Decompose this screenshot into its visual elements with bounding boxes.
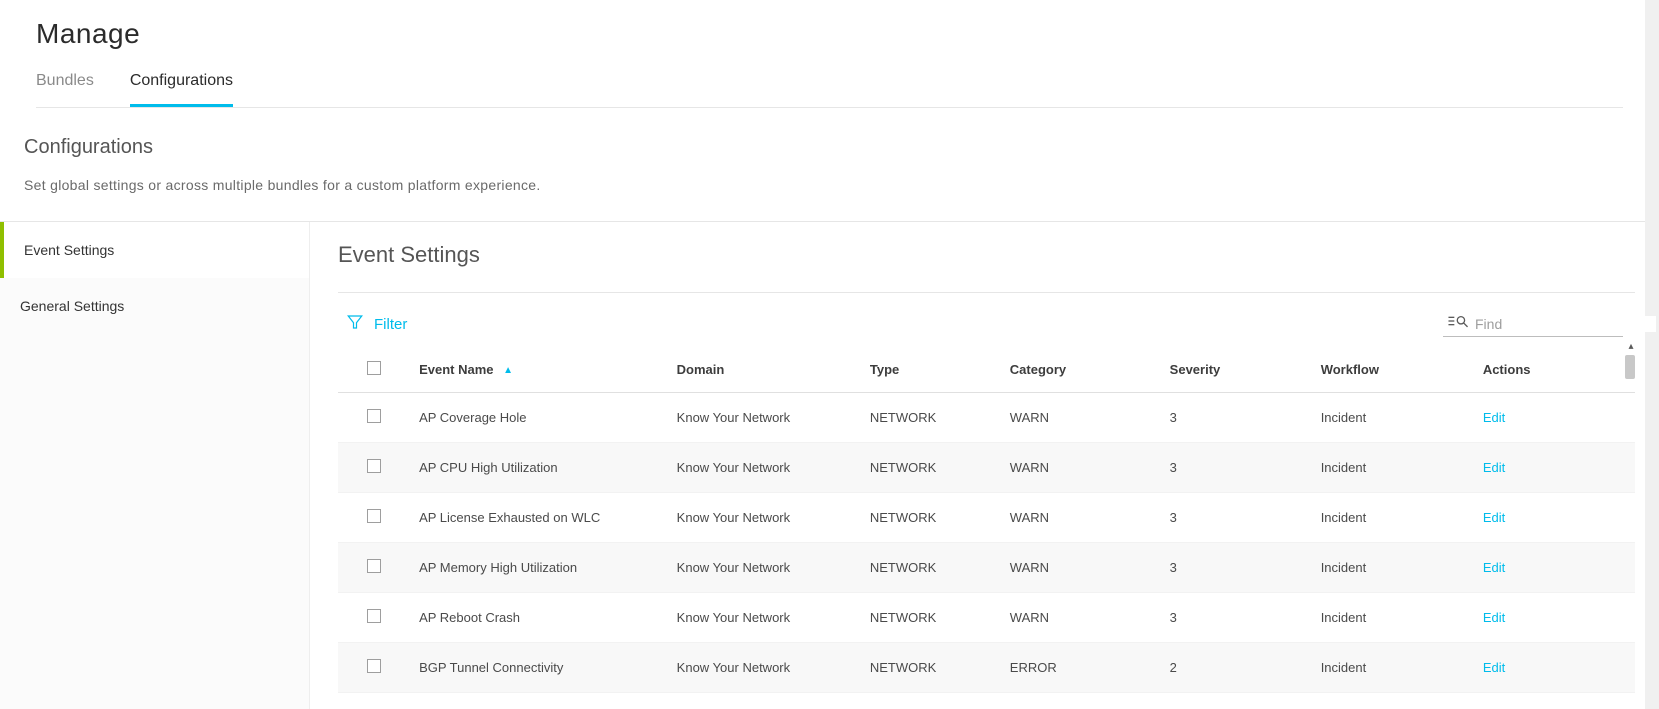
find-container[interactable] <box>1443 311 1623 337</box>
cell-domain: Know Your Network <box>667 493 860 543</box>
cell-severity: 2 <box>1160 643 1311 693</box>
list-search-icon <box>1447 313 1469 334</box>
header-severity[interactable]: Severity <box>1160 347 1311 393</box>
cell-severity: 3 <box>1160 493 1311 543</box>
cell-type: NETWORK <box>860 443 1000 493</box>
main-tabs: Bundles Configurations <box>36 72 1623 108</box>
select-all-checkbox[interactable] <box>367 361 381 375</box>
cell-severity: 3 <box>1160 393 1311 443</box>
table-row: AP CPU High UtilizationKnow Your Network… <box>338 443 1635 493</box>
cell-domain: Know Your Network <box>667 643 860 693</box>
scroll-thumb[interactable] <box>1625 355 1635 379</box>
cell-workflow: Incident <box>1311 443 1473 493</box>
cell-type: NETWORK <box>860 393 1000 443</box>
cell-category: WARN <box>1000 593 1160 643</box>
cell-severity: 3 <box>1160 443 1311 493</box>
cell-category: WARN <box>1000 493 1160 543</box>
event-settings-table: Event Name ▲ Domain Type Category Severi… <box>338 347 1635 693</box>
find-input[interactable] <box>1475 316 1656 332</box>
header-category[interactable]: Category <box>1000 347 1160 393</box>
header-event-name[interactable]: Event Name ▲ <box>409 347 667 393</box>
table-row: AP Reboot CrashKnow Your NetworkNETWORKW… <box>338 593 1635 643</box>
row-checkbox[interactable] <box>367 659 381 673</box>
cell-domain: Know Your Network <box>667 593 860 643</box>
sidebar: Event Settings General Settings <box>0 222 310 709</box>
sort-asc-icon: ▲ <box>503 365 513 376</box>
tab-configurations[interactable]: Configurations <box>130 72 233 107</box>
cell-severity: 3 <box>1160 543 1311 593</box>
row-checkbox[interactable] <box>367 409 381 423</box>
edit-link[interactable]: Edit <box>1483 560 1505 575</box>
cell-workflow: Incident <box>1311 643 1473 693</box>
divider <box>338 292 1635 293</box>
section-title: Event Settings <box>338 242 1635 268</box>
cell-event-name: AP CPU High Utilization <box>409 443 667 493</box>
cell-type: NETWORK <box>860 643 1000 693</box>
cell-event-name: BGP Tunnel Connectivity <box>409 643 667 693</box>
edit-link[interactable]: Edit <box>1483 610 1505 625</box>
configurations-description: Set global settings or across multiple b… <box>24 177 1635 193</box>
cell-workflow: Incident <box>1311 543 1473 593</box>
filter-button[interactable]: Filter <box>346 313 407 335</box>
row-checkbox[interactable] <box>367 459 381 473</box>
scroll-up-icon[interactable]: ▴ <box>1625 341 1637 353</box>
cell-domain: Know Your Network <box>667 543 860 593</box>
header-workflow[interactable]: Workflow <box>1311 347 1473 393</box>
cell-category: WARN <box>1000 443 1160 493</box>
cell-workflow: Incident <box>1311 493 1473 543</box>
page-title: Manage <box>36 18 1623 50</box>
tab-bundles[interactable]: Bundles <box>36 72 94 107</box>
table-row: BGP Tunnel ConnectivityKnow Your Network… <box>338 643 1635 693</box>
cell-type: NETWORK <box>860 543 1000 593</box>
cell-event-name: AP Coverage Hole <box>409 393 667 443</box>
cell-type: NETWORK <box>860 593 1000 643</box>
header-actions[interactable]: Actions <box>1473 347 1635 393</box>
header-event-name-label: Event Name <box>419 362 493 377</box>
cell-category: WARN <box>1000 393 1160 443</box>
cell-workflow: Incident <box>1311 593 1473 643</box>
cell-workflow: Incident <box>1311 393 1473 443</box>
row-checkbox[interactable] <box>367 609 381 623</box>
header-checkbox-cell <box>338 347 409 393</box>
cell-event-name: AP Memory High Utilization <box>409 543 667 593</box>
cell-domain: Know Your Network <box>667 393 860 443</box>
cell-event-name: AP License Exhausted on WLC <box>409 493 667 543</box>
filter-label: Filter <box>374 316 407 333</box>
row-checkbox[interactable] <box>367 559 381 573</box>
edit-link[interactable]: Edit <box>1483 460 1505 475</box>
cell-severity: 3 <box>1160 593 1311 643</box>
header-type[interactable]: Type <box>860 347 1000 393</box>
table-scrollbar[interactable]: ▴ ▾ <box>1625 347 1637 625</box>
table-row: AP Coverage HoleKnow Your NetworkNETWORK… <box>338 393 1635 443</box>
cell-domain: Know Your Network <box>667 443 860 493</box>
configurations-subtitle: Configurations <box>24 136 1635 159</box>
table-row: AP License Exhausted on WLCKnow Your Net… <box>338 493 1635 543</box>
edit-link[interactable]: Edit <box>1483 660 1505 675</box>
sidebar-item-event-settings[interactable]: Event Settings <box>0 222 309 278</box>
cell-type: NETWORK <box>860 493 1000 543</box>
filter-icon <box>346 313 364 335</box>
sidebar-item-general-settings[interactable]: General Settings <box>0 278 309 334</box>
cell-category: WARN <box>1000 543 1160 593</box>
cell-event-name: AP Reboot Crash <box>409 593 667 643</box>
cell-category: ERROR <box>1000 643 1160 693</box>
edit-link[interactable]: Edit <box>1483 510 1505 525</box>
edit-link[interactable]: Edit <box>1483 410 1505 425</box>
row-checkbox[interactable] <box>367 509 381 523</box>
header-domain[interactable]: Domain <box>667 347 860 393</box>
table-row: AP Memory High UtilizationKnow Your Netw… <box>338 543 1635 593</box>
